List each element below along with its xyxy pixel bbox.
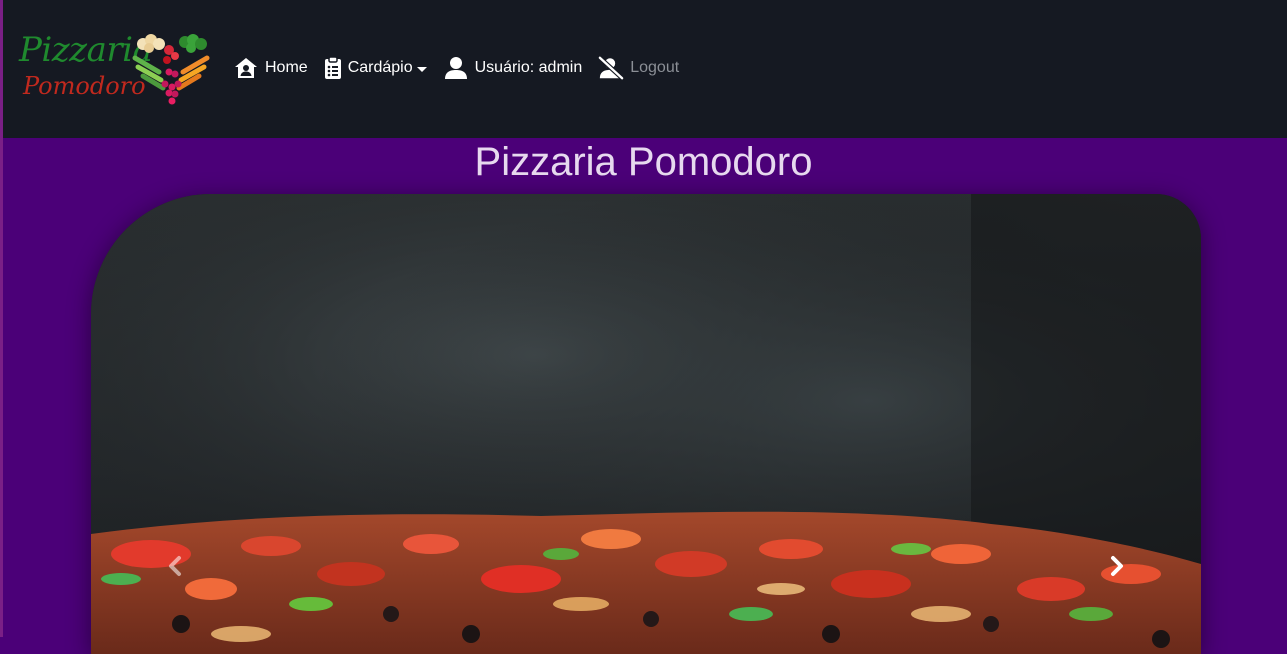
nav-cardapio-label: Cardápio	[347, 59, 413, 76]
image-carousel[interactable]	[91, 194, 1201, 654]
pizza-with-smoke-photo	[91, 194, 1201, 654]
nav-home-label: Home	[265, 59, 308, 76]
nav-user-info: Usuário: admin	[443, 55, 583, 81]
nav-logout-label: Logout	[630, 59, 680, 76]
brand-logo[interactable]: Pizzaria Pomodoro	[17, 28, 217, 108]
nav-user-label: Usuário: admin	[474, 59, 583, 76]
navbar: Pizzaria Pomodoro Home Cardápio Usuário:…	[3, 0, 1287, 138]
chevron-down-icon	[416, 66, 427, 72]
heart-of-vegetables-icon	[132, 34, 210, 105]
carousel-prev-button[interactable]	[155, 546, 195, 586]
brand-name-line2: Pomodoro	[23, 72, 146, 100]
nav-menu: Home Cardápio Usuário: admin Logout	[233, 52, 679, 84]
clipboard-list-icon	[322, 55, 344, 81]
carousel-next-button[interactable]	[1097, 546, 1137, 586]
nav-home-link[interactable]: Home	[233, 55, 308, 81]
page-title: Pizzaria Pomodoro	[474, 140, 813, 184]
chevron-left-icon	[169, 556, 181, 576]
nav-cardapio-dropdown[interactable]: Cardápio	[322, 55, 427, 81]
user-slash-icon	[598, 55, 625, 81]
user-icon	[443, 55, 469, 81]
home-user-icon	[233, 55, 259, 81]
chevron-right-icon	[1111, 556, 1123, 576]
nav-logout-link[interactable]: Logout	[598, 55, 679, 81]
